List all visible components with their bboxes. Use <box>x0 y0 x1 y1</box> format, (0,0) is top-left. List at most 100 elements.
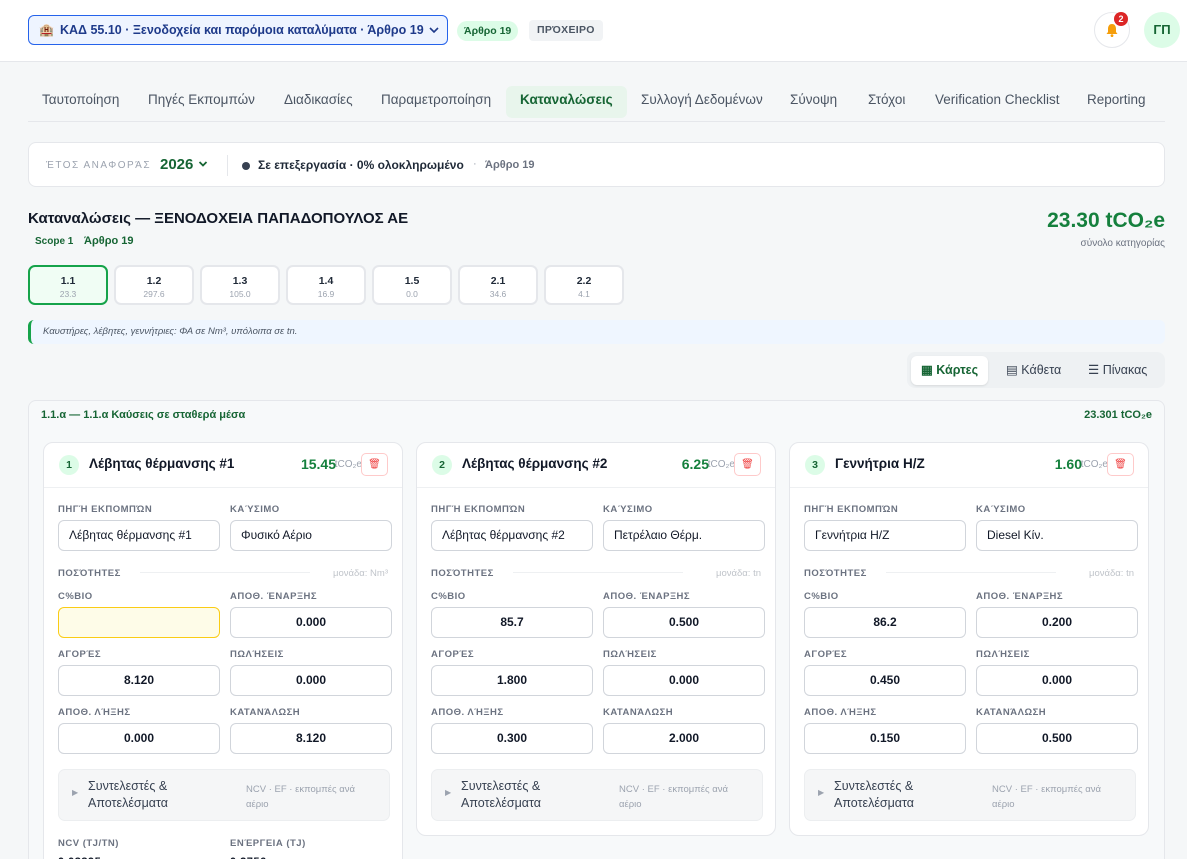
stock-start-label: ΑΠΟΘ. ΈΝΑΡΞΗΣ <box>976 591 1064 602</box>
ncv-label: NCV (TJ/TN) <box>58 838 119 849</box>
bio-input[interactable] <box>58 607 220 638</box>
article-badge: Άρθρο 19 <box>457 21 519 41</box>
tab-verification-checklist[interactable]: Verification Checklist <box>921 86 1074 118</box>
page-title: Καταναλώσεις — ΞΕΝΟΔΟΧΕΙΑ ΠΑΠΑΔΟΠΟΥΛΟΣ Α… <box>28 210 409 227</box>
consumption-label: ΚΑΤΑΝΆΛΩΣΗ <box>230 707 301 718</box>
purchases-input[interactable]: 1.800 <box>431 665 593 696</box>
category-button[interactable]: 2.1 34.6 <box>458 265 538 305</box>
sales-input[interactable]: 0.000 <box>976 665 1138 696</box>
category-button[interactable]: 1.2 297.6 <box>114 265 194 305</box>
delete-button[interactable]: 🗑 <box>734 453 761 476</box>
consumption-label: ΚΑΤΑΝΆΛΩΣΗ <box>976 707 1047 718</box>
divider <box>140 572 310 573</box>
grid-icon: ▦ <box>921 363 933 377</box>
source-input[interactable]: Λέβητας θέρμανσης #2 <box>431 520 593 551</box>
delete-button[interactable]: 🗑 <box>361 453 388 476</box>
bio-input[interactable]: 86.2 <box>804 607 966 638</box>
sales-input[interactable]: 0.000 <box>230 665 392 696</box>
trash-icon: 🗑 <box>368 459 381 470</box>
category-button[interactable]: 1.3 105.0 <box>200 265 280 305</box>
consumption-input[interactable]: 8.120 <box>230 723 392 754</box>
avatar[interactable]: ΓΠ <box>1144 12 1180 48</box>
category-button[interactable]: 1.4 16.9 <box>286 265 366 305</box>
coefficients-toggle[interactable]: ▶ Συντελεστές & Αποτελέσματα NCV · EF · … <box>431 769 763 821</box>
stock-start-input[interactable]: 0.000 <box>230 607 392 638</box>
coefficients-toggle[interactable]: ▶ Συντελεστές & Αποτελέσματα NCV · EF · … <box>804 769 1136 821</box>
source-label: ΠΗΓΉ ΕΚΠΟΜΠΏΝ <box>431 504 526 515</box>
tab-consumptions[interactable]: Καταναλώσεις <box>506 86 627 118</box>
unit-label: μονάδα: tn <box>716 568 761 579</box>
stock-end-input[interactable]: 0.000 <box>58 723 220 754</box>
card-emissions-unit: tCO₂e <box>334 459 362 470</box>
category-button[interactable]: 2.2 4.1 <box>544 265 624 305</box>
purchases-input[interactable]: 8.120 <box>58 665 220 696</box>
purchases-input[interactable]: 0.450 <box>804 665 966 696</box>
category-button[interactable]: 1.1 23.3 <box>28 265 108 305</box>
chevron-right-icon: ▶ <box>445 788 452 797</box>
bio-label: C%BIO <box>804 591 839 602</box>
sales-label: ΠΩΛΉΣΕΙΣ <box>230 649 284 660</box>
consumption-label: ΚΑΤΑΝΆΛΩΣΗ <box>603 707 674 718</box>
trash-icon: 🗑 <box>741 459 754 470</box>
view-cards-button[interactable]: ▦ Κάρτες <box>911 356 989 385</box>
coefficients-toggle[interactable]: ▶ Συντελεστές & Αποτελέσματα NCV · EF · … <box>58 769 390 821</box>
source-card: 1 Λέβητας θέρμανσης #1 15.45 tCO₂e 🗑 ΠΗΓ… <box>43 442 403 859</box>
table-icon: ☰ <box>1088 363 1100 377</box>
year-select[interactable]: 2026 <box>160 156 208 173</box>
coefficients-title: Συντελεστές & Αποτελέσματα <box>461 779 542 810</box>
consumption-input[interactable]: 0.500 <box>976 723 1138 754</box>
trash-icon: 🗑 <box>1114 459 1127 470</box>
purchases-label: ΑΓΟΡΈΣ <box>431 649 475 660</box>
year-bar: ΈΤΟΣ ΑΝΑΦΟΡΆΣ 2026 Σε επεξεργασία · 0% ο… <box>28 142 1165 187</box>
view-table-button[interactable]: ☰ Πίνακας <box>1078 356 1157 385</box>
source-label: ΠΗΓΉ ΕΚΠΟΜΠΏΝ <box>58 504 153 515</box>
hotel-icon: 🏨 <box>39 23 54 37</box>
tab-data-collection[interactable]: Συλλογή Δεδομένων <box>627 86 777 118</box>
fuel-input[interactable]: Πετρέλαιο Θέρμ. <box>603 520 765 551</box>
fuel-input[interactable]: Φυσικό Αέριο <box>230 520 392 551</box>
source-input[interactable]: Λέβητας θέρμανσης #1 <box>58 520 220 551</box>
view-vertical-button[interactable]: ▤ Κάθετα <box>996 356 1071 385</box>
stock-end-input[interactable]: 0.300 <box>431 723 593 754</box>
stock-end-input[interactable]: 0.150 <box>804 723 966 754</box>
tab-emission-sources[interactable]: Πηγές Εκπομπών <box>134 86 269 118</box>
quantities-label: ΠΟΣΌΤΗΤΕΣ <box>431 568 494 579</box>
category-button[interactable]: 1.5 0.0 <box>372 265 452 305</box>
chevron-down-icon <box>198 161 207 167</box>
stock-start-label: ΑΠΟΘ. ΈΝΑΡΞΗΣ <box>603 591 691 602</box>
article-tag: Άρθρο 19 <box>84 235 134 247</box>
quantities-label: ΠΟΣΌΤΗΤΕΣ <box>804 568 867 579</box>
sales-label: ΠΩΛΉΣΕΙΣ <box>603 649 657 660</box>
tab-targets[interactable]: Στόχοι <box>854 86 919 118</box>
delete-button[interactable]: 🗑 <box>1107 453 1134 476</box>
notifications-button[interactable]: 2 <box>1094 12 1130 48</box>
tab-reporting[interactable]: Reporting <box>1073 86 1160 118</box>
tab-identification[interactable]: Ταυτοποίηση <box>28 86 133 118</box>
stock-end-label: ΑΠΟΘ. ΛΉΞΗΣ <box>804 707 877 718</box>
section-title: 1.1.α — 1.1.α Καύσεις σε σταθερά μέσα <box>41 409 246 421</box>
chevron-right-icon: ▶ <box>72 788 79 797</box>
card-name: Γεννήτρια Η/Ζ <box>835 456 925 471</box>
tab-processes[interactable]: Διαδικασίες <box>270 86 367 118</box>
bio-input[interactable]: 85.7 <box>431 607 593 638</box>
sales-input[interactable]: 0.000 <box>603 665 765 696</box>
article-text: Άρθρο 19 <box>485 159 535 171</box>
tab-parameterization[interactable]: Παραμετροποίηση <box>367 86 505 118</box>
kad-select[interactable]: 🏨 ΚΑΔ 55.10 · Ξενοδοχεία και παρόμοια κα… <box>28 15 448 45</box>
bio-label: C%BIO <box>58 591 93 602</box>
fuel-input[interactable]: Diesel Κίν. <box>976 520 1138 551</box>
divider <box>227 155 228 176</box>
card-name: Λέβητας θέρμανσης #1 <box>89 456 235 471</box>
consumption-input[interactable]: 2.000 <box>603 723 765 754</box>
card-number: 1 <box>59 455 79 475</box>
card-number: 2 <box>432 455 452 475</box>
top-bar: 🏨 ΚΑΔ 55.10 · Ξενοδοχεία και παρόμοια κα… <box>0 0 1187 62</box>
scope-badge: Scope 1 <box>35 236 74 247</box>
year-label: ΈΤΟΣ ΑΝΑΦΟΡΆΣ <box>46 160 152 171</box>
view-switcher: ▦ Κάρτες ▤ Κάθετα ☰ Πίνακας <box>907 352 1165 388</box>
tab-summary[interactable]: Σύνοψη <box>776 86 851 118</box>
stock-start-input[interactable]: 0.500 <box>603 607 765 638</box>
stock-start-input[interactable]: 0.200 <box>976 607 1138 638</box>
source-input[interactable]: Γεννήτρια Η/Ζ <box>804 520 966 551</box>
status-dot <box>242 162 250 170</box>
